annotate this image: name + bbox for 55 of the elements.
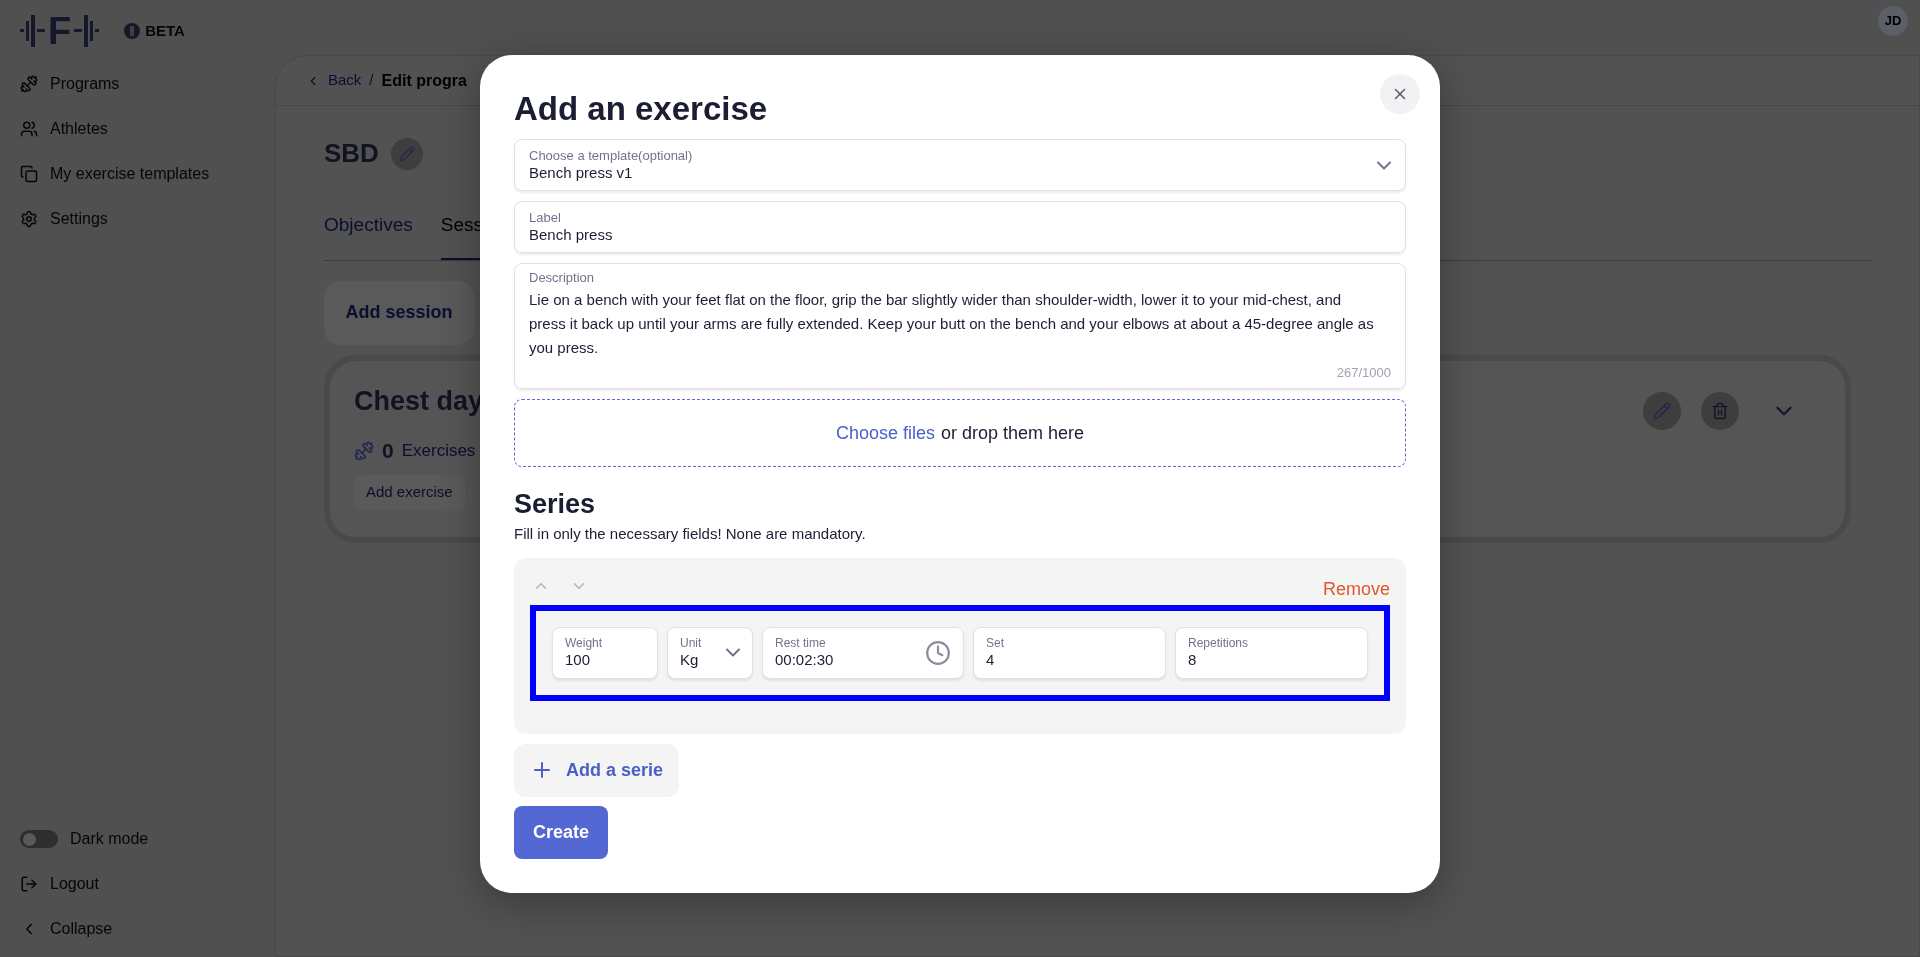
folders-icon — [20, 165, 38, 183]
modal-title: Add an exercise — [514, 89, 768, 129]
remove-button[interactable]: Remove — [1322, 575, 1390, 603]
add-exercise-button[interactable]: Add exercise — [354, 474, 465, 511]
edit-button[interactable] — [1643, 391, 1681, 430]
input-field[interactable]: Rest time 00:02:30 — [762, 626, 964, 679]
collapse-link[interactable]: Collapse — [20, 917, 255, 941]
settings-icon — [20, 210, 38, 228]
program-title: SBD — [324, 137, 379, 170]
choose-files-link[interactable]: Choose files — [835, 419, 935, 447]
edit-button[interactable] — [390, 137, 423, 170]
page-title: Edit progra — [381, 70, 467, 91]
dark-mode-label: Dark mode — [70, 829, 149, 849]
tab[interactable]: Objectives — [324, 211, 413, 260]
dumbbell-icon — [354, 440, 374, 461]
users-icon — [20, 120, 38, 138]
sidebar-item[interactable]: Settings — [20, 207, 255, 231]
chevron-down-icon — [726, 648, 740, 657]
avatar[interactable]: JD — [1878, 6, 1908, 36]
exercise-count: 0 — [382, 438, 394, 464]
beta-label: BETA — [145, 20, 185, 41]
sidebar-item[interactable]: Athletes — [20, 117, 255, 141]
sidebar-item[interactable]: Programs — [20, 72, 255, 96]
logout-link[interactable]: Logout — [20, 872, 255, 896]
series-title: Series — [514, 488, 597, 521]
trash-icon — [1711, 401, 1729, 420]
clock-icon — [925, 639, 951, 666]
dropzone-text: or drop them here — [941, 421, 1085, 445]
back-link[interactable]: Back — [306, 69, 362, 92]
add-session-button[interactable]: Add session — [324, 280, 474, 345]
sidebar-item[interactable]: My exercise templates — [20, 162, 255, 186]
dumbbell-icon — [20, 75, 38, 93]
input-field[interactable]: Repetitions 8 — [1175, 626, 1368, 679]
dark-mode-toggle[interactable] — [20, 830, 58, 848]
chevron-down-icon — [1377, 160, 1391, 170]
unit-select[interactable]: Unit Kg — [667, 626, 753, 679]
input-field[interactable]: Set 4 — [973, 626, 1166, 679]
input-field[interactable]: Weight 100 — [552, 626, 658, 679]
pencil-icon — [1653, 401, 1671, 420]
logo: F — [20, 12, 100, 50]
file-dropzone[interactable]: Choose files or drop them here — [514, 399, 1406, 467]
template-select[interactable]: Choose a template(optional) Bench press v1 — [514, 139, 1406, 191]
pencil-icon — [398, 145, 415, 162]
badge-icon — [123, 22, 142, 40]
description-field[interactable]: Description Lie on a bench with your feet flat on the floor, grip the bar slightly wider than shoulder-width, lower it to your mid-chest, and press it back up until your arms are fully extended. Keep your butt on the bench and your elbows at about a 45-degree angle as you press. 267/1000 — [514, 263, 1406, 389]
create-button[interactable]: Create — [514, 805, 609, 859]
session-title: Chest day — [354, 384, 484, 418]
close-button[interactable] — [1380, 74, 1420, 114]
exercise-count-label: Exercises — [401, 440, 476, 462]
breadcrumb-separator: / — [369, 70, 374, 91]
add-serie-button[interactable]: Add a serie — [514, 743, 680, 797]
series-hint: Fill in only the necessary fields! None are mandatory. — [514, 524, 867, 544]
label-field[interactable]: Label Bench press — [514, 201, 1406, 253]
logout-icon — [20, 875, 38, 893]
delete-button[interactable] — [1701, 391, 1739, 430]
